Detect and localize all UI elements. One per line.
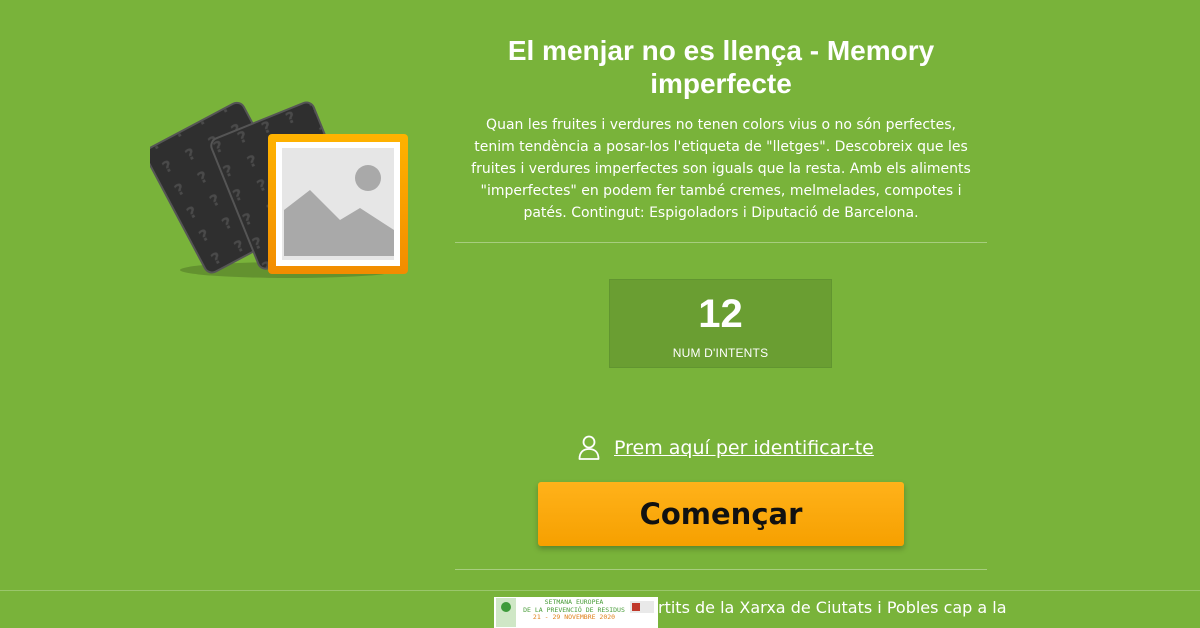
attempts-label: NUM D'INTENTS	[672, 346, 769, 360]
footer-text: rtits de la Xarxa de Ciutats i Pobles ca…	[658, 598, 1007, 617]
divider	[455, 242, 987, 243]
memory-cards-icon: ?	[150, 101, 408, 278]
login-row: Prem aquí per identificar-te	[578, 434, 874, 462]
page-title: El menjar no es llença - Memory imperfec…	[507, 35, 935, 99]
start-button[interactable]: Començar	[538, 482, 904, 546]
user-icon	[578, 435, 600, 460]
game-info: El menjar no es llença - Memory imperfec…	[455, 34, 987, 224]
game-description: Quan les fruites i verdures no tenen col…	[471, 117, 971, 221]
institution-logo	[630, 601, 654, 613]
login-link[interactable]: Prem aquí per identificar-te	[614, 437, 874, 459]
attempts-stat-box: 12 NUM D'INTENTS	[609, 279, 832, 368]
banner-logo	[496, 598, 516, 627]
banner-text: SETMANA EUROPEA DE LA PREVENCIÓ DE RESID…	[523, 598, 625, 621]
waste-week-banner: SETMANA EUROPEA DE LA PREVENCIÓ DE RESID…	[494, 597, 658, 628]
footer-divider	[0, 590, 1200, 591]
attempts-value: 12	[698, 292, 743, 336]
divider	[455, 569, 987, 570]
